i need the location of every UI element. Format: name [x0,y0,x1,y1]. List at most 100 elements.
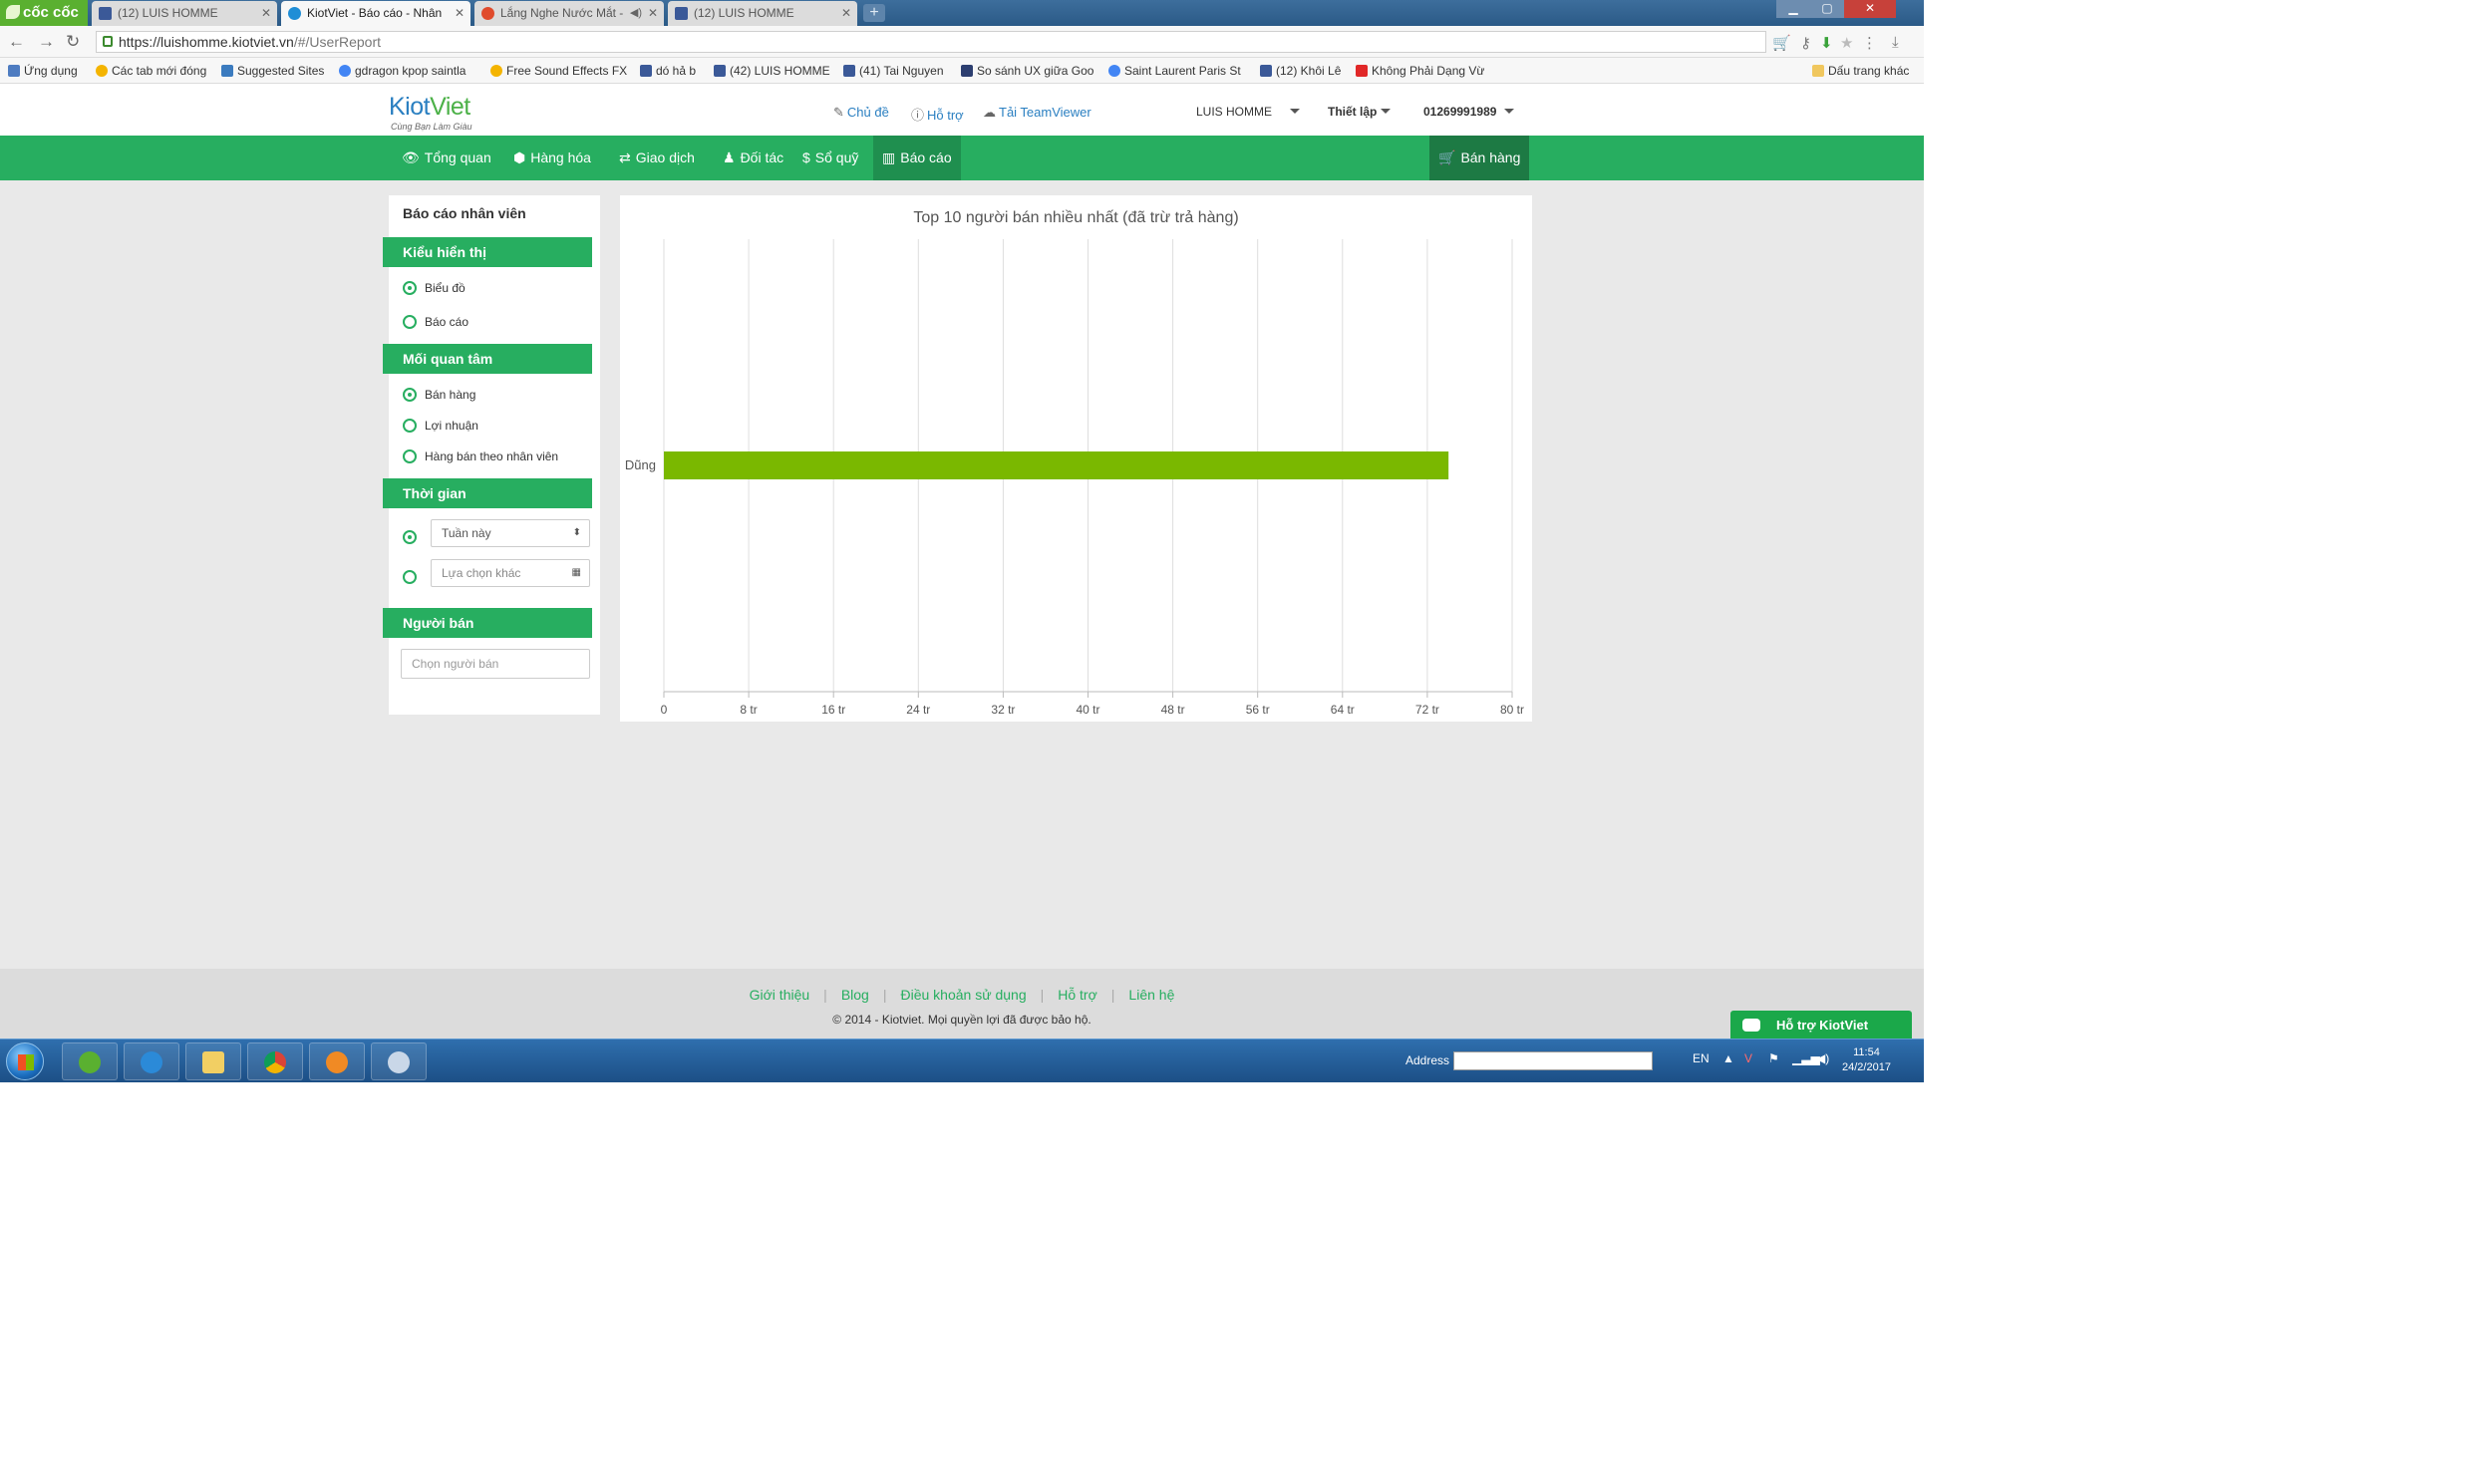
bookmark-item[interactable]: Các tab mới đóng [96,64,206,78]
close-tab-icon[interactable]: ✕ [261,1,271,25]
custom-date-input[interactable]: Lựa chọn khác ▦ [431,559,590,587]
show-hidden-icons[interactable]: ▲ [1722,1051,1734,1065]
phone-label: 01269991989 [1423,105,1497,119]
bookmark-item[interactable]: dó hả b [640,64,696,78]
user-menu[interactable]: LUIS HOMME [1196,105,1301,119]
display-report-option[interactable]: Báo cáo [403,315,468,329]
display-chart-option[interactable]: Biểu đồ [403,281,466,295]
sort-arrows-icon: ⬍ [572,527,581,538]
settings-menu[interactable]: Thiết lập [1328,105,1392,119]
browser-tab-active[interactable]: KiotViet - Báo cáo - Nhân ✕ [281,1,470,26]
help-link[interactable]: ⓘ Hỗ trợ [911,105,964,124]
bookmark-label: gdragon kpop saintla [355,64,467,78]
taskbar-chrome[interactable] [247,1042,303,1080]
windows-taskbar: Address EN ▲ V ⚑ ▁▃▅ ◀) 11:54 24/2/2017 [0,1039,1924,1082]
forward-button[interactable]: → [38,32,55,52]
taskbar-coccoc[interactable] [62,1042,118,1080]
other-bookmarks[interactable]: Dấu trang khác [1812,64,1909,78]
concern-sales-option[interactable]: Bán hàng [403,388,475,402]
close-window-button[interactable]: ✕ [1844,0,1896,18]
time-preset-radio[interactable] [403,530,425,544]
new-tab-button[interactable]: + [863,4,885,22]
kiotviet-logo[interactable]: KiotViet Cùng Bạn Làm Giàu [389,93,472,132]
menu-icon[interactable]: ⋮ [1862,34,1877,52]
teamviewer-label: Tải TeamViewer [999,105,1091,120]
bookmark-item[interactable]: Saint Laurent Paris St [1108,64,1241,78]
sell-button[interactable]: 🛒 Bán hàng [1429,136,1529,180]
nav-cashbook[interactable]: $ Sổ quỹ [793,136,867,180]
bookmark-item[interactable]: Không Phải Dạng Vừ [1356,64,1484,78]
copyright-text: © 2014 - Kiotviet. Mọi quyền lợi đã được… [832,1013,1091,1027]
url-input[interactable]: https://luishomme.kiotviet.vn/#/UserRepo… [96,31,1766,53]
tab-title: (12) LUIS HOMME [118,6,218,20]
download-extension-icon[interactable]: ⬇ [1820,34,1833,52]
nav-reports[interactable]: ▥ Báo cáo [873,136,961,180]
maximize-button[interactable]: ▢ [1810,0,1844,18]
bookmark-item[interactable]: Suggested Sites [221,64,324,78]
footer-support-link[interactable]: Hỗ trợ [1044,987,1111,1003]
folder-icon [1812,65,1824,77]
taskbar-address-input[interactable] [1453,1051,1653,1070]
footer-intro-link[interactable]: Giới thiệu [736,987,824,1003]
volume-icon[interactable]: ◀) [1816,1051,1829,1065]
bookmark-apps[interactable]: Ứng dụng [8,64,78,78]
eye-icon: 👁 [402,149,420,165]
browser-tab[interactable]: (12) LUIS HOMME ✕ [668,1,857,26]
nav-label: Hàng hóa [530,149,591,165]
browser-tab[interactable]: (12) LUIS HOMME ✕ [92,1,277,26]
taskbar-ie[interactable] [124,1042,179,1080]
browser-tab[interactable]: Lắng Nghe Nước Mắt - ◀) ✕ [474,1,664,26]
bookmark-item[interactable]: (12) Khôi Lê [1260,64,1341,78]
concern-items-option[interactable]: Hàng bán theo nhân viên [403,449,558,463]
phone-menu[interactable]: 01269991989 [1423,105,1515,119]
coccoc-menu-button[interactable]: cốc cốc [0,0,88,26]
bookmark-item[interactable]: So sánh UX giữa Goo [961,64,1093,78]
footer-contact-link[interactable]: Liên hệ [1114,987,1188,1003]
language-indicator[interactable]: EN [1693,1051,1710,1065]
chevron-down-icon [1504,109,1515,114]
nav-partners[interactable]: ♟ Đối tác [714,136,792,180]
back-button[interactable]: ← [8,32,25,52]
key-extension-icon[interactable]: ⚷ [1800,34,1811,52]
time-preset-select[interactable]: Tuần này ⬍ [431,519,590,547]
footer-blog-link[interactable]: Blog [827,987,883,1003]
taskbar-paint[interactable] [371,1042,427,1080]
chrome-icon [264,1051,286,1073]
close-tab-icon[interactable]: ✕ [455,1,465,25]
taskbar-media-player[interactable] [309,1042,365,1080]
cart-extension-icon[interactable]: 🛒 [1772,34,1791,52]
close-tab-icon[interactable]: ✕ [648,1,658,25]
nav-products[interactable]: ⬢ Hàng hóa [504,136,600,180]
support-chat-button[interactable]: Hỗ trợ KiotViet [1730,1011,1912,1040]
start-button[interactable] [6,1042,44,1080]
exchange-icon: ⇄ [619,149,631,165]
antivirus-icon[interactable]: V [1744,1051,1752,1065]
bookmark-item[interactable]: (42) LUIS HOMME [714,64,830,78]
theme-link[interactable]: ✎ Chủ đề [833,105,889,121]
time-custom-radio[interactable] [403,570,425,584]
clock[interactable]: 11:54 24/2/2017 [1842,1045,1891,1075]
x-tick-label: 72 tr [1415,703,1439,717]
taskbar-explorer[interactable] [185,1042,241,1080]
concern-profit-option[interactable]: Lợi nhuận [403,419,478,433]
nav-transactions[interactable]: ⇄ Giao dịch [610,136,704,180]
teamviewer-link[interactable]: ☁ Tải TeamViewer [983,105,1091,121]
bookmark-label: Saint Laurent Paris St [1124,64,1241,78]
bookmark-item[interactable]: Free Sound Effects FX [490,64,627,78]
option-label: Biểu đồ [425,281,466,295]
radio-icon [403,570,417,584]
network-warning-icon[interactable]: ⚑ [1768,1051,1779,1065]
downloads-icon[interactable]: ⤓ [1892,34,1899,51]
clock-date: 24/2/2017 [1842,1061,1891,1073]
footer-terms-link[interactable]: Điều khoản sử dụng [886,987,1040,1003]
speaker-icon[interactable]: ◀) [630,1,642,25]
bookmark-star-icon[interactable]: ★ [1840,34,1853,52]
bookmark-item[interactable]: (41) Tai Nguyen [843,64,944,78]
nav-overview[interactable]: 👁 Tổng quan [393,136,500,180]
chevron-down-icon [1290,109,1301,114]
close-tab-icon[interactable]: ✕ [841,1,851,25]
bookmark-item[interactable]: gdragon kpop saintla [339,64,466,78]
minimize-button[interactable]: ▁ [1776,0,1810,18]
seller-input[interactable]: Chọn người bán [401,649,590,679]
reload-button[interactable]: ↻ [66,32,80,52]
